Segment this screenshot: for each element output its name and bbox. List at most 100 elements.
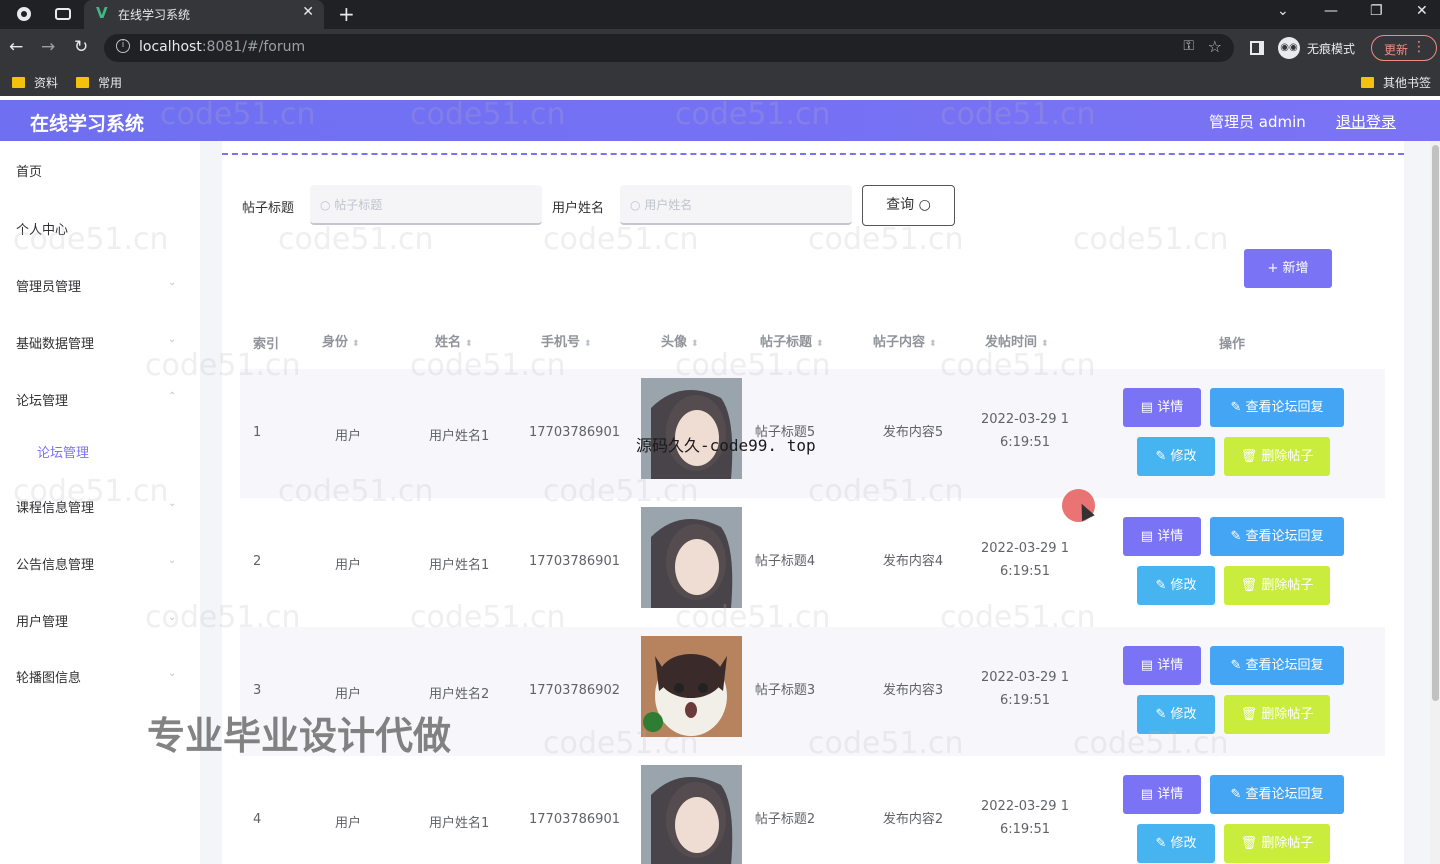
bookmark-star-icon[interactable]: ☆ [1208,37,1222,56]
detail-button[interactable]: ▤ 详情 [1123,388,1201,427]
watermark: code51.cn [1073,726,1229,761]
edit-button[interactable]: ✎ 修改 [1137,824,1215,863]
detail-button[interactable]: ▤ 详情 [1123,517,1201,556]
chevron-down-icon: ⌄ [168,277,177,288]
cell-role: 用户 [335,558,362,573]
delete-button[interactable]: 🗑 删除帖子 [1224,824,1330,863]
active-tab[interactable]: V 在线学习系统 ✕ [84,0,324,29]
chevron-down-icon: ⌄ [168,334,177,345]
delete-button[interactable]: 🗑 删除帖子 [1224,566,1330,605]
avatar [641,378,742,479]
document-icon: ▤ [1140,529,1158,544]
cell-content: 发布内容5 [882,425,944,440]
side-panel-icon[interactable] [1250,41,1264,55]
plus-icon: + [1267,261,1283,276]
name-search-input[interactable]: ○ 用户姓名 [620,185,852,225]
view-replies-button[interactable]: ✎ 查看论坛回复 [1210,388,1344,427]
logout-link[interactable]: 退出登录 [1336,111,1396,132]
browser-menu-icon[interactable] [16,6,32,22]
chevron-down-icon: ⌄ [168,555,177,566]
cell-title: 帖子标题4 [754,554,816,569]
sidebar-item-base-data[interactable]: 基础数据管理 [16,333,94,352]
title-search-placeholder: ○ 帖子标题 [320,198,383,212]
back-icon[interactable]: ← [9,37,23,57]
col-content[interactable]: 帖子内容 ⬍ [873,331,937,350]
search-icon: ○ [320,198,335,212]
delete-button[interactable]: 🗑 删除帖子 [1224,695,1330,734]
cell-time: 2022-03-29 1 6:19:51 [981,799,1069,837]
promo-overlay-text: 专业毕业设计代做 [147,714,452,758]
sidebar-subitem-forum[interactable]: 论坛管理 [37,442,89,461]
bookmark-folder-2[interactable]: 常用 [76,74,122,91]
sort-icon[interactable]: ⬍ [929,339,937,349]
cell-time: 2022-03-29 1 6:19:51 [981,541,1069,579]
cell-phone: 17703786902 [529,683,620,698]
view-replies-button[interactable]: ✎ 查看论坛回复 [1210,517,1344,556]
search-icon: ○ [630,198,645,212]
vue-logo-icon: V [96,4,108,22]
cell-name: 用户姓名1 [429,816,490,831]
sidebar-item-home[interactable]: 首页 [16,161,42,180]
tab-close-icon[interactable]: ✕ [302,4,314,20]
trash-icon: 🗑 [1240,707,1262,722]
bookmark-folder-1[interactable]: 资料 [12,74,58,91]
cell-index: 1 [253,425,262,440]
other-bookmarks[interactable]: 其他书签 [1361,74,1431,91]
delete-button[interactable]: 🗑 删除帖子 [1224,437,1330,476]
forward-icon[interactable]: → [41,37,55,57]
sidebar-item-notices[interactable]: 公告信息管理 [16,554,94,573]
browser-tab-bar: V 在线学习系统 ✕ + ⌄ — ❐ ✕ [0,0,1440,29]
query-button[interactable]: 查询 ○ [862,185,955,226]
sort-icon[interactable]: ⬍ [352,339,360,349]
tab-list-icon[interactable]: ⌄ [1277,3,1289,19]
scrollbar-thumb[interactable] [1432,145,1439,701]
detail-button[interactable]: ▤ 详情 [1123,646,1201,685]
cell-phone: 17703786901 [529,554,620,569]
watermark: code51.cn [675,348,831,383]
tab-search-icon[interactable] [55,6,71,22]
window-close-icon[interactable]: ✕ [1416,3,1428,19]
reload-icon[interactable]: ↻ [74,37,88,57]
watermark: code51.cn [808,222,964,257]
watermark: code51.cn [410,348,566,383]
chevron-down-icon: ⌄ [168,668,177,679]
source-overlay-text: 源码久久-code99. top [636,436,816,455]
sidebar-item-forum[interactable]: 论坛管理 [16,390,68,409]
table-row: 4 用户 用户姓名1 17703786901 帖子标题2 发布内容2 2022-… [240,756,1385,864]
title-search-input[interactable]: ○ 帖子标题 [310,185,542,225]
watermark: code51.cn [940,348,1096,383]
edit-icon: ✎ [1155,836,1171,851]
cell-content: 发布内容3 [882,683,944,698]
incognito-icon[interactable]: ◉◉ [1278,37,1300,59]
update-button[interactable]: 更新 ⋮ [1371,35,1437,61]
sort-icon[interactable]: ⬍ [584,339,592,349]
more-menu-icon[interactable]: ⋮ [1412,39,1426,55]
view-replies-button[interactable]: ✎ 查看论坛回复 [1210,775,1344,814]
restore-icon[interactable]: ❐ [1370,3,1383,19]
folder-icon [12,77,25,88]
folder-icon [1361,77,1374,88]
detail-button[interactable]: ▤ 详情 [1123,775,1201,814]
site-info-icon[interactable]: i [116,39,130,53]
edit-button[interactable]: ✎ 修改 [1137,437,1215,476]
view-replies-button[interactable]: ✎ 查看论坛回复 [1210,646,1344,685]
sidebar-item-carousel[interactable]: 轮播图信息 [16,667,81,686]
minimize-icon[interactable]: — [1324,3,1338,19]
cell-name: 用户姓名2 [429,687,490,702]
cell-title: 帖子标题3 [754,683,816,698]
watermark: code51.cn [145,348,301,383]
watermark: code51.cn [543,474,699,509]
add-button[interactable]: + 新增 [1244,249,1332,288]
sidebar-item-users[interactable]: 用户管理 [16,611,68,630]
watermark: code51.cn [160,97,316,132]
document-icon: ▤ [1140,400,1158,415]
col-role[interactable]: 身份 ⬍ [322,331,360,350]
password-key-icon[interactable]: ⚿ [1183,38,1194,54]
url-field[interactable]: i localhost:8081/#/forum ⚿ ☆ [104,34,1234,62]
chevron-up-icon: ⌃ [168,391,177,402]
sidebar-item-admins[interactable]: 管理员管理 [16,276,81,295]
cell-phone: 17703786901 [529,812,620,827]
new-tab-icon[interactable]: + [338,2,355,26]
address-bar: ← → ↻ i localhost:8081/#/forum ⚿ ☆ ◉◉ 无痕… [0,29,1440,67]
edit-button[interactable]: ✎ 修改 [1137,566,1215,605]
